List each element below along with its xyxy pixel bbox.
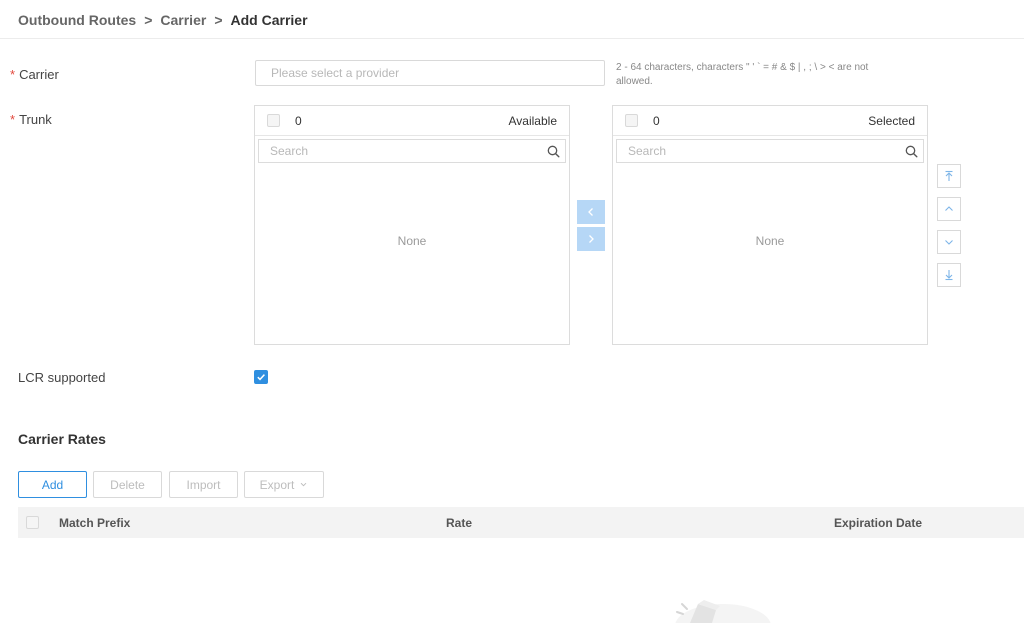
carrier-input[interactable]	[255, 60, 605, 86]
selected-select-all-checkbox[interactable]	[625, 114, 638, 127]
required-mark: *	[10, 67, 16, 82]
lcr-supported-checkbox[interactable]	[254, 370, 268, 384]
available-title: Available	[508, 113, 557, 128]
chevron-up-icon	[945, 206, 953, 211]
chevron-down-icon	[945, 240, 953, 245]
export-button-label: Export	[259, 477, 295, 492]
selected-title: Selected	[868, 113, 915, 128]
transfer-right-button[interactable]	[577, 227, 605, 251]
trunk-label-text: Trunk	[19, 112, 52, 127]
breadcrumb-separator: >	[214, 12, 223, 28]
available-search	[258, 139, 566, 163]
selected-empty-text: None	[755, 234, 785, 248]
carrier-label: * Carrier	[10, 67, 59, 82]
available-trunk-panel: 0 Available None	[254, 105, 570, 345]
carrier-label-text: Carrier	[19, 67, 59, 82]
table-select-all-checkbox[interactable]	[26, 516, 39, 529]
selected-search	[616, 139, 924, 163]
trunk-label: * Trunk	[10, 112, 52, 127]
carrier-rates-table-header: Match Prefix Rate Expiration Date	[18, 507, 1024, 538]
column-match-prefix[interactable]: Match Prefix	[59, 516, 130, 530]
move-down-button[interactable]	[937, 230, 961, 254]
breadcrumb-separator: >	[144, 12, 153, 28]
move-to-top-icon	[945, 170, 953, 181]
available-empty-text: None	[397, 234, 427, 248]
available-search-input[interactable]	[259, 140, 541, 162]
chevron-down-icon	[300, 482, 307, 487]
breadcrumb-add-carrier: Add Carrier	[230, 12, 308, 28]
header-divider	[0, 38, 1024, 39]
import-button[interactable]: Import	[169, 471, 238, 498]
lcr-supported-label: LCR supported	[18, 370, 106, 385]
available-select-all-checkbox[interactable]	[267, 114, 280, 127]
export-button[interactable]: Export	[244, 471, 324, 498]
required-mark: *	[10, 112, 16, 127]
breadcrumb-carrier[interactable]: Carrier	[160, 12, 206, 28]
available-panel-header: 0 Available	[255, 106, 569, 136]
check-icon	[257, 374, 265, 381]
selected-panel-header: 0 Selected	[613, 106, 927, 136]
available-count: 0	[295, 113, 302, 128]
search-icon[interactable]	[541, 140, 565, 162]
chevron-left-icon	[588, 208, 593, 216]
move-to-top-button[interactable]	[937, 164, 961, 188]
move-up-button[interactable]	[937, 197, 961, 221]
carrier-hint: 2 - 64 characters, characters " ' ` = # …	[616, 62, 869, 87]
add-button[interactable]: Add	[18, 471, 87, 498]
move-to-bottom-button[interactable]	[937, 263, 961, 287]
selected-search-input[interactable]	[617, 140, 899, 162]
transfer-left-button[interactable]	[577, 200, 605, 224]
breadcrumb: Outbound Routes > Carrier > Add Carrier	[18, 10, 308, 30]
selected-count: 0	[653, 113, 660, 128]
breadcrumb-outbound-routes[interactable]: Outbound Routes	[18, 12, 136, 28]
carrier-rates-title: Carrier Rates	[18, 431, 106, 447]
selected-trunk-panel: 0 Selected None	[612, 105, 928, 345]
column-rate[interactable]: Rate	[446, 516, 472, 530]
chevron-right-icon	[589, 235, 594, 243]
empty-state-illustration	[675, 600, 771, 623]
column-expiration-date[interactable]: Expiration Date	[834, 516, 922, 530]
delete-button[interactable]: Delete	[93, 471, 162, 498]
move-to-bottom-icon	[945, 270, 953, 281]
search-icon[interactable]	[899, 140, 923, 162]
